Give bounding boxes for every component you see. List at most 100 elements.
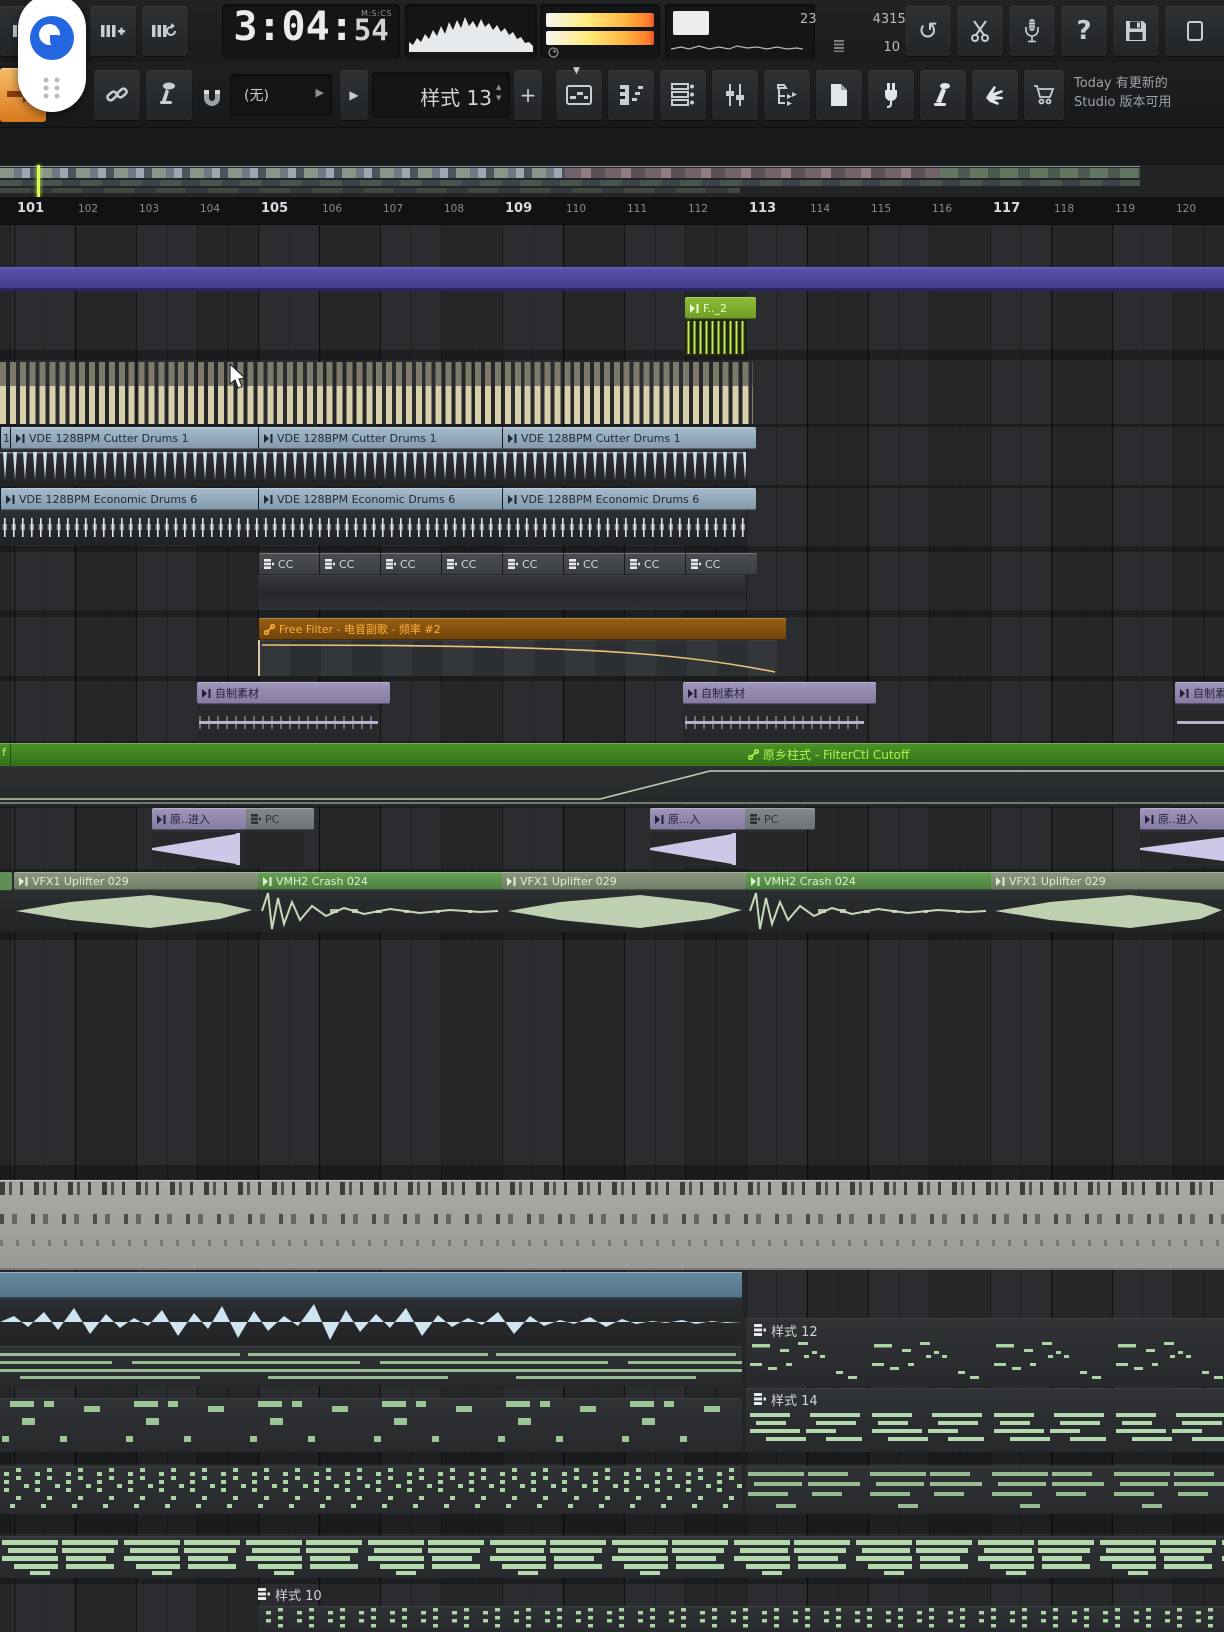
filterctl-curve-body[interactable] bbox=[0, 766, 1224, 806]
clip-pattern10-notes[interactable] bbox=[258, 1606, 1224, 1632]
link-controllers-button[interactable] bbox=[94, 70, 140, 120]
clip-cc-6[interactable]: CC bbox=[563, 553, 633, 575]
clip-cc-4[interactable]: CC bbox=[441, 553, 511, 575]
clip-pattern14-left[interactable] bbox=[0, 1398, 742, 1452]
clip-crash-2[interactable]: VMH2 Crash 024 bbox=[746, 872, 999, 890]
add-window-button[interactable] bbox=[90, 6, 136, 56]
playlist-minimap[interactable] bbox=[0, 165, 1224, 197]
clip-homemade-3-waveform[interactable] bbox=[1175, 704, 1224, 742]
clip-pattern14[interactable]: 样式 14 bbox=[746, 1388, 1224, 1452]
clip-cc-5[interactable]: CC bbox=[502, 553, 572, 575]
cc-body[interactable] bbox=[258, 575, 746, 610]
clip-pattern12[interactable]: 样式 12 bbox=[746, 1318, 1224, 1386]
clip-homemade-2-waveform[interactable] bbox=[683, 704, 866, 742]
clip-intro-1[interactable]: 原..进入 bbox=[152, 808, 254, 830]
clip-cc-7[interactable]: CC bbox=[624, 553, 694, 575]
clip-vocal-audio[interactable] bbox=[0, 1272, 742, 1298]
economic-waveform[interactable] bbox=[0, 510, 746, 545]
oscilloscope-panel[interactable] bbox=[405, 4, 537, 58]
clip-pattern12-left[interactable] bbox=[0, 1346, 742, 1386]
clip-pc-1-body[interactable] bbox=[246, 831, 304, 867]
cutter-waveform[interactable] bbox=[0, 449, 746, 486]
shop-button[interactable] bbox=[1024, 70, 1064, 120]
help-button[interactable]: ? bbox=[1061, 6, 1107, 56]
clip-intro-2-riser[interactable] bbox=[650, 831, 740, 867]
playlist-grid[interactable]: F.._2 1 VDE 128BPM Cutter Drums 1 VDE 12… bbox=[0, 225, 1224, 1632]
undo-button[interactable]: ↺ bbox=[905, 6, 951, 56]
snap-selector[interactable]: (无) ▶ bbox=[230, 74, 332, 116]
clip-cc-3[interactable]: CC bbox=[380, 553, 450, 575]
automation-icon bbox=[264, 623, 275, 635]
timeline-marker-bar[interactable] bbox=[0, 267, 1224, 291]
save-button[interactable] bbox=[1113, 6, 1159, 56]
clip-overview-gray[interactable] bbox=[0, 1180, 1224, 1270]
update-notice[interactable]: Today 有更新的 Studio 版本可用 bbox=[1074, 74, 1224, 112]
vocal-waveform[interactable] bbox=[0, 1298, 742, 1346]
time-display[interactable]: M:S:CS 3:04: 54 bbox=[222, 4, 400, 58]
clip-economic-1[interactable]: VDE 128BPM Economic Drums 6 bbox=[0, 488, 268, 510]
piano-roll-button[interactable] bbox=[608, 70, 654, 120]
clip-pc-2[interactable]: PC bbox=[745, 808, 815, 830]
pattern-picker-arrow-button[interactable]: ▶ bbox=[340, 70, 368, 120]
cycle-windows-button[interactable] bbox=[142, 6, 188, 56]
snap-magnet-icon[interactable] bbox=[200, 84, 224, 108]
clip-filterctl[interactable]: f 原乡柱式 - FilterCtl Cutoff bbox=[0, 743, 1224, 766]
add-pattern-button[interactable]: + bbox=[514, 70, 542, 120]
clip-f2[interactable]: F.._2 bbox=[685, 297, 756, 319]
playlist-view-button[interactable]: ▼ bbox=[556, 66, 602, 120]
fx-row-waveforms[interactable] bbox=[0, 890, 1224, 932]
plugin-picker-button[interactable] bbox=[868, 70, 914, 120]
chop-bars-top[interactable] bbox=[0, 362, 753, 386]
tuner-button[interactable] bbox=[920, 70, 966, 120]
pattern-spinner[interactable]: ▲ ▼ bbox=[496, 82, 504, 104]
clip-dense-pattern-right[interactable] bbox=[746, 1466, 1224, 1514]
clip-intro-2[interactable]: 原...入 bbox=[650, 808, 750, 830]
clip-economic-2[interactable]: VDE 128BPM Economic Drums 6 bbox=[258, 488, 512, 510]
clip-homemade-1-waveform[interactable] bbox=[197, 704, 380, 742]
clip-pattern10-label[interactable]: 样式 10 bbox=[258, 1584, 322, 1604]
clip-free-filter[interactable]: Free Filter - 电音副歌 - 频率 #2 bbox=[258, 618, 786, 640]
free-filter-curve-body[interactable] bbox=[258, 640, 777, 676]
typing-keyboard-icon bbox=[158, 82, 180, 108]
clip-pc-1[interactable]: PC bbox=[246, 808, 314, 830]
clip-intro-1-riser[interactable] bbox=[152, 831, 244, 867]
clip-uplifter-1[interactable]: VFX1 Uplifter 029 bbox=[14, 872, 267, 890]
clip-cc-8[interactable]: CC bbox=[685, 553, 757, 575]
mixer-button[interactable] bbox=[712, 70, 758, 120]
clip-crash-sliver[interactable] bbox=[0, 872, 12, 890]
drag-handle-dots-icon[interactable] bbox=[42, 76, 62, 100]
cut-tool-button[interactable] bbox=[957, 6, 1003, 56]
routing-button[interactable] bbox=[764, 70, 810, 120]
clip-homemade-3[interactable]: 自制素材 bbox=[1175, 682, 1224, 704]
snap-arrow-icon: ▶ bbox=[315, 86, 324, 99]
clip-cutter-2[interactable]: VDE 128BPM Cutter Drums 1 bbox=[258, 427, 512, 449]
clip-cc-1[interactable]: CC bbox=[258, 553, 328, 575]
extra-toolbar-button[interactable] bbox=[1165, 6, 1224, 56]
floating-widget[interactable] bbox=[18, 0, 86, 112]
minimap-playhead[interactable] bbox=[37, 165, 40, 197]
clip-cutter-1[interactable]: VDE 128BPM Cutter Drums 1 bbox=[10, 427, 268, 449]
project-picker-button[interactable] bbox=[816, 70, 862, 120]
clip-f2-waveform[interactable] bbox=[685, 319, 746, 356]
clip-intro-3-riser[interactable] bbox=[1140, 831, 1224, 867]
clip-dense-pattern-left[interactable] bbox=[0, 1466, 742, 1514]
clip-uplifter-3[interactable]: VFX1 Uplifter 029 bbox=[991, 872, 1224, 890]
channel-rack-button[interactable] bbox=[660, 70, 706, 120]
clip-cutter-3[interactable]: VDE 128BPM Cutter Drums 1 bbox=[502, 427, 756, 449]
clip-crash-1[interactable]: VMH2 Crash 024 bbox=[258, 872, 511, 890]
clip-chord-pattern[interactable] bbox=[0, 1536, 1224, 1578]
pattern-selector[interactable]: 样式 13 ▲ ▼ bbox=[372, 72, 510, 118]
clip-homemade-2[interactable]: 自制素材 bbox=[683, 682, 876, 704]
typing-keyboard-to-piano-button[interactable] bbox=[146, 70, 192, 120]
cpu-meter-panel[interactable] bbox=[540, 4, 660, 58]
clip-pc-2-body[interactable] bbox=[745, 831, 805, 867]
record-audio-button[interactable] bbox=[1009, 6, 1055, 56]
clip-cc-2[interactable]: CC bbox=[319, 553, 389, 575]
clip-homemade-1[interactable]: 自制素材 bbox=[197, 682, 390, 704]
clip-uplifter-2[interactable]: VFX1 Uplifter 029 bbox=[502, 872, 755, 890]
clip-economic-3[interactable]: VDE 128BPM Economic Drums 6 bbox=[502, 488, 756, 510]
ruler[interactable]: 101 102 103 104 105 106 107 108 109 110 111 112 113 1… bbox=[0, 197, 1224, 225]
chop-bars-bottom[interactable] bbox=[0, 386, 753, 424]
touch-controller-button[interactable] bbox=[972, 70, 1018, 120]
clip-intro-3[interactable]: 原..进入 bbox=[1140, 808, 1224, 830]
